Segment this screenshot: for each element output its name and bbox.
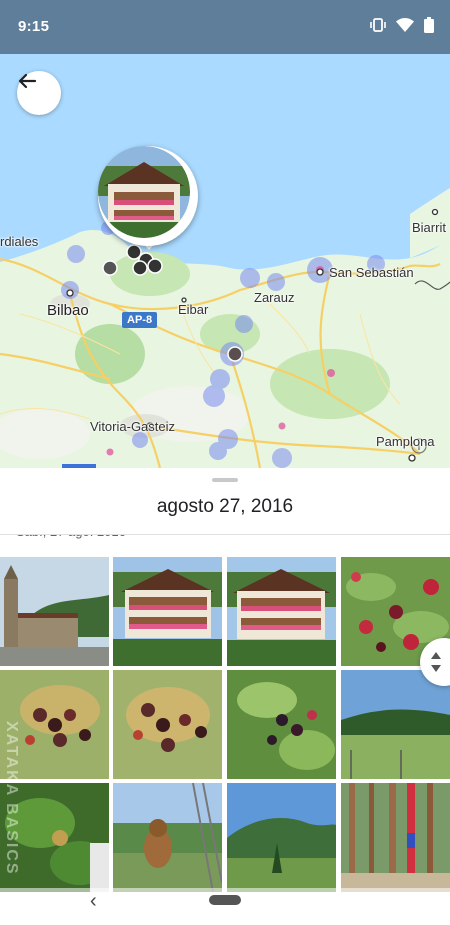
mountain-valley-photo [227, 783, 336, 892]
green-valley-photo [341, 670, 450, 779]
photo-sheet[interactable]: agosto 27, 2016 Sab., 27 ago. 2016 XATAK… [0, 468, 450, 925]
map-label-pamplona: Pamplona [376, 434, 435, 449]
map-label-zarauz: Zarauz [254, 290, 295, 305]
sheet-date-title: agosto 27, 2016 [156, 496, 294, 517]
map-graphic[interactable] [0, 54, 450, 468]
photo-thumb[interactable] [341, 783, 450, 892]
battery-icon [424, 17, 434, 33]
photo-thumb[interactable] [341, 670, 450, 779]
vibrate-icon [370, 18, 386, 32]
status-bar: 9:15 [0, 0, 450, 54]
map-label-biarritz: Biarrit [412, 220, 446, 235]
system-nav-bar: ‹ [0, 888, 450, 925]
nav-back-icon[interactable]: ‹ [90, 890, 97, 913]
watermark: XATAKA BASICS [3, 721, 20, 876]
sheet-drag-handle[interactable] [212, 478, 238, 482]
photo-thumb[interactable] [113, 670, 222, 779]
arrow-back-icon [18, 73, 37, 89]
map-label-san-sebastian: San Sebastián [329, 265, 414, 280]
photo-thumb[interactable] [113, 557, 222, 666]
scroll-arrows-icon [431, 652, 441, 672]
map-photo-pin[interactable] [98, 146, 198, 246]
church-tower-photo [0, 557, 109, 666]
wifi-icon [396, 18, 414, 32]
status-icons [370, 17, 434, 33]
basque-house-photo-2 [227, 557, 336, 666]
dry-blackberries-photo-2 [113, 670, 222, 779]
back-button[interactable] [17, 71, 61, 115]
photo-thumb[interactable] [227, 783, 336, 892]
map-label-rdiales: rdiales [0, 234, 39, 249]
map-label-bilbao: Bilbao [47, 302, 89, 319]
basque-house-pin-photo [98, 146, 190, 238]
road-shield-ap8: AP-8 [122, 312, 158, 328]
map-label-eibar: Eibar [178, 302, 209, 317]
photo-thumb[interactable] [227, 670, 336, 779]
photo-thumb[interactable] [0, 557, 109, 666]
photo-thumb[interactable] [227, 557, 336, 666]
pine-forest-photo [341, 783, 450, 892]
sheet-divider [0, 534, 450, 535]
basque-house-photo [113, 557, 222, 666]
cow-bridge-photo [113, 783, 222, 892]
green-blackberries-photo [227, 670, 336, 779]
home-gesture-pill[interactable] [209, 895, 241, 905]
sub-date-header: Sab., 27 ago. 2016 [16, 524, 126, 539]
map-label-vitoria: Vitoria-Gasteiz [90, 419, 176, 434]
status-time: 9:15 [18, 18, 50, 35]
photo-thumb[interactable] [113, 783, 222, 892]
map-view[interactable]: rdiales Biarrit Bilbao Eibar Zarauz San … [0, 54, 450, 468]
